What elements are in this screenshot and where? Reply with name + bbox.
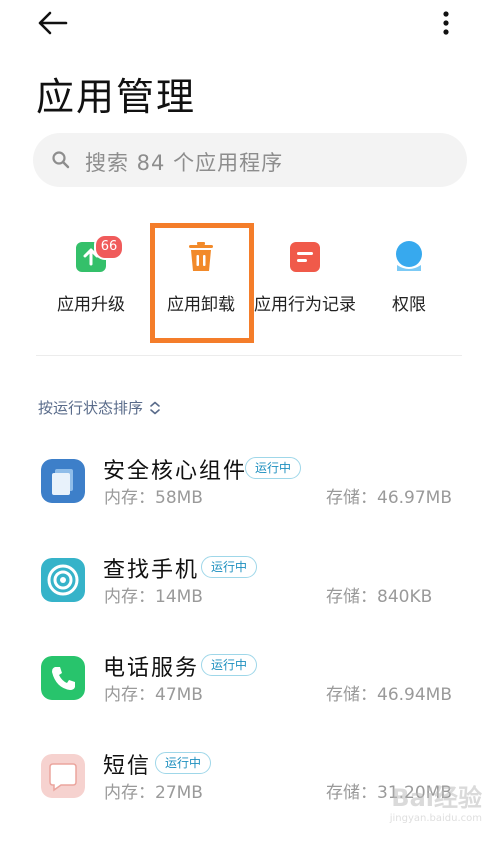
- search-icon: [52, 151, 70, 169]
- memory-usage: 内存：14MB: [104, 587, 203, 607]
- quick-action-label: 应用卸载: [167, 295, 235, 315]
- storage-usage: 存储：46.97MB: [326, 488, 452, 508]
- security-core-icon: [41, 459, 85, 503]
- memory-usage: 内存：47MB: [104, 685, 203, 705]
- search-placeholder: 搜索 84 个应用程序: [85, 151, 284, 175]
- record-icon: [290, 242, 320, 272]
- update-count-badge: 66: [94, 234, 124, 260]
- quick-action-label: 权限: [392, 295, 426, 315]
- status-badge: 运行中: [155, 752, 212, 774]
- app-uninstall-button[interactable]: 应用卸载: [146, 238, 256, 328]
- baidu-jingyan-watermark: Bai经验 jingyan.baidu.com: [352, 778, 482, 834]
- back-arrow-icon: [38, 11, 68, 35]
- back-button[interactable]: [36, 10, 70, 36]
- quick-action-label: 应用升级: [57, 295, 125, 315]
- app-name: 电话服务: [103, 656, 200, 681]
- find-phone-icon: [41, 558, 85, 602]
- storage-usage: 存储：840KB: [326, 587, 433, 607]
- status-badge: 运行中: [201, 556, 258, 578]
- watermark-url: jingyan.baidu.com: [389, 813, 482, 824]
- page-title: 应用管理: [36, 75, 197, 119]
- watermark-logo: Bai经验: [391, 784, 482, 812]
- app-list-item[interactable]: 安全核心组件 运行中 内存：58MB 存储：46.97MB: [0, 453, 500, 533]
- message-icon: [41, 754, 85, 798]
- more-vertical-icon: [443, 11, 449, 35]
- memory-usage: 内存：27MB: [104, 783, 203, 803]
- app-upgrade-button[interactable]: 66 应用升级: [36, 234, 146, 328]
- app-name: 查找手机: [103, 558, 200, 583]
- sort-selector[interactable]: 按运行状态排序: [38, 397, 161, 418]
- status-badge: 运行中: [201, 654, 258, 676]
- top-bar: [0, 0, 500, 48]
- app-list-item[interactable]: 电话服务 运行中 内存：47MB 存储：46.94MB: [0, 650, 500, 730]
- trash-icon: [189, 242, 213, 271]
- memory-usage: 内存：58MB: [104, 488, 203, 508]
- sort-toggle-icon: [150, 401, 160, 414]
- permission-icon: [396, 241, 422, 271]
- app-list-item[interactable]: 查找手机 运行中 内存：14MB 存储：840KB: [0, 552, 500, 632]
- phone-icon: [41, 656, 85, 700]
- app-name: 安全核心组件: [103, 459, 248, 484]
- status-badge: 运行中: [245, 457, 302, 479]
- app-name: 短信: [103, 754, 152, 779]
- sort-label: 按运行状态排序: [38, 399, 144, 417]
- quick-action-label: 应用行为记录: [254, 295, 356, 315]
- search-input[interactable]: 搜索 84 个应用程序: [33, 133, 467, 187]
- more-options-button[interactable]: [432, 8, 460, 38]
- storage-usage: 存储：46.94MB: [326, 685, 452, 705]
- permissions-button[interactable]: 权限: [354, 238, 464, 328]
- app-behavior-record-button[interactable]: 应用行为记录: [250, 238, 360, 328]
- divider: [36, 355, 462, 356]
